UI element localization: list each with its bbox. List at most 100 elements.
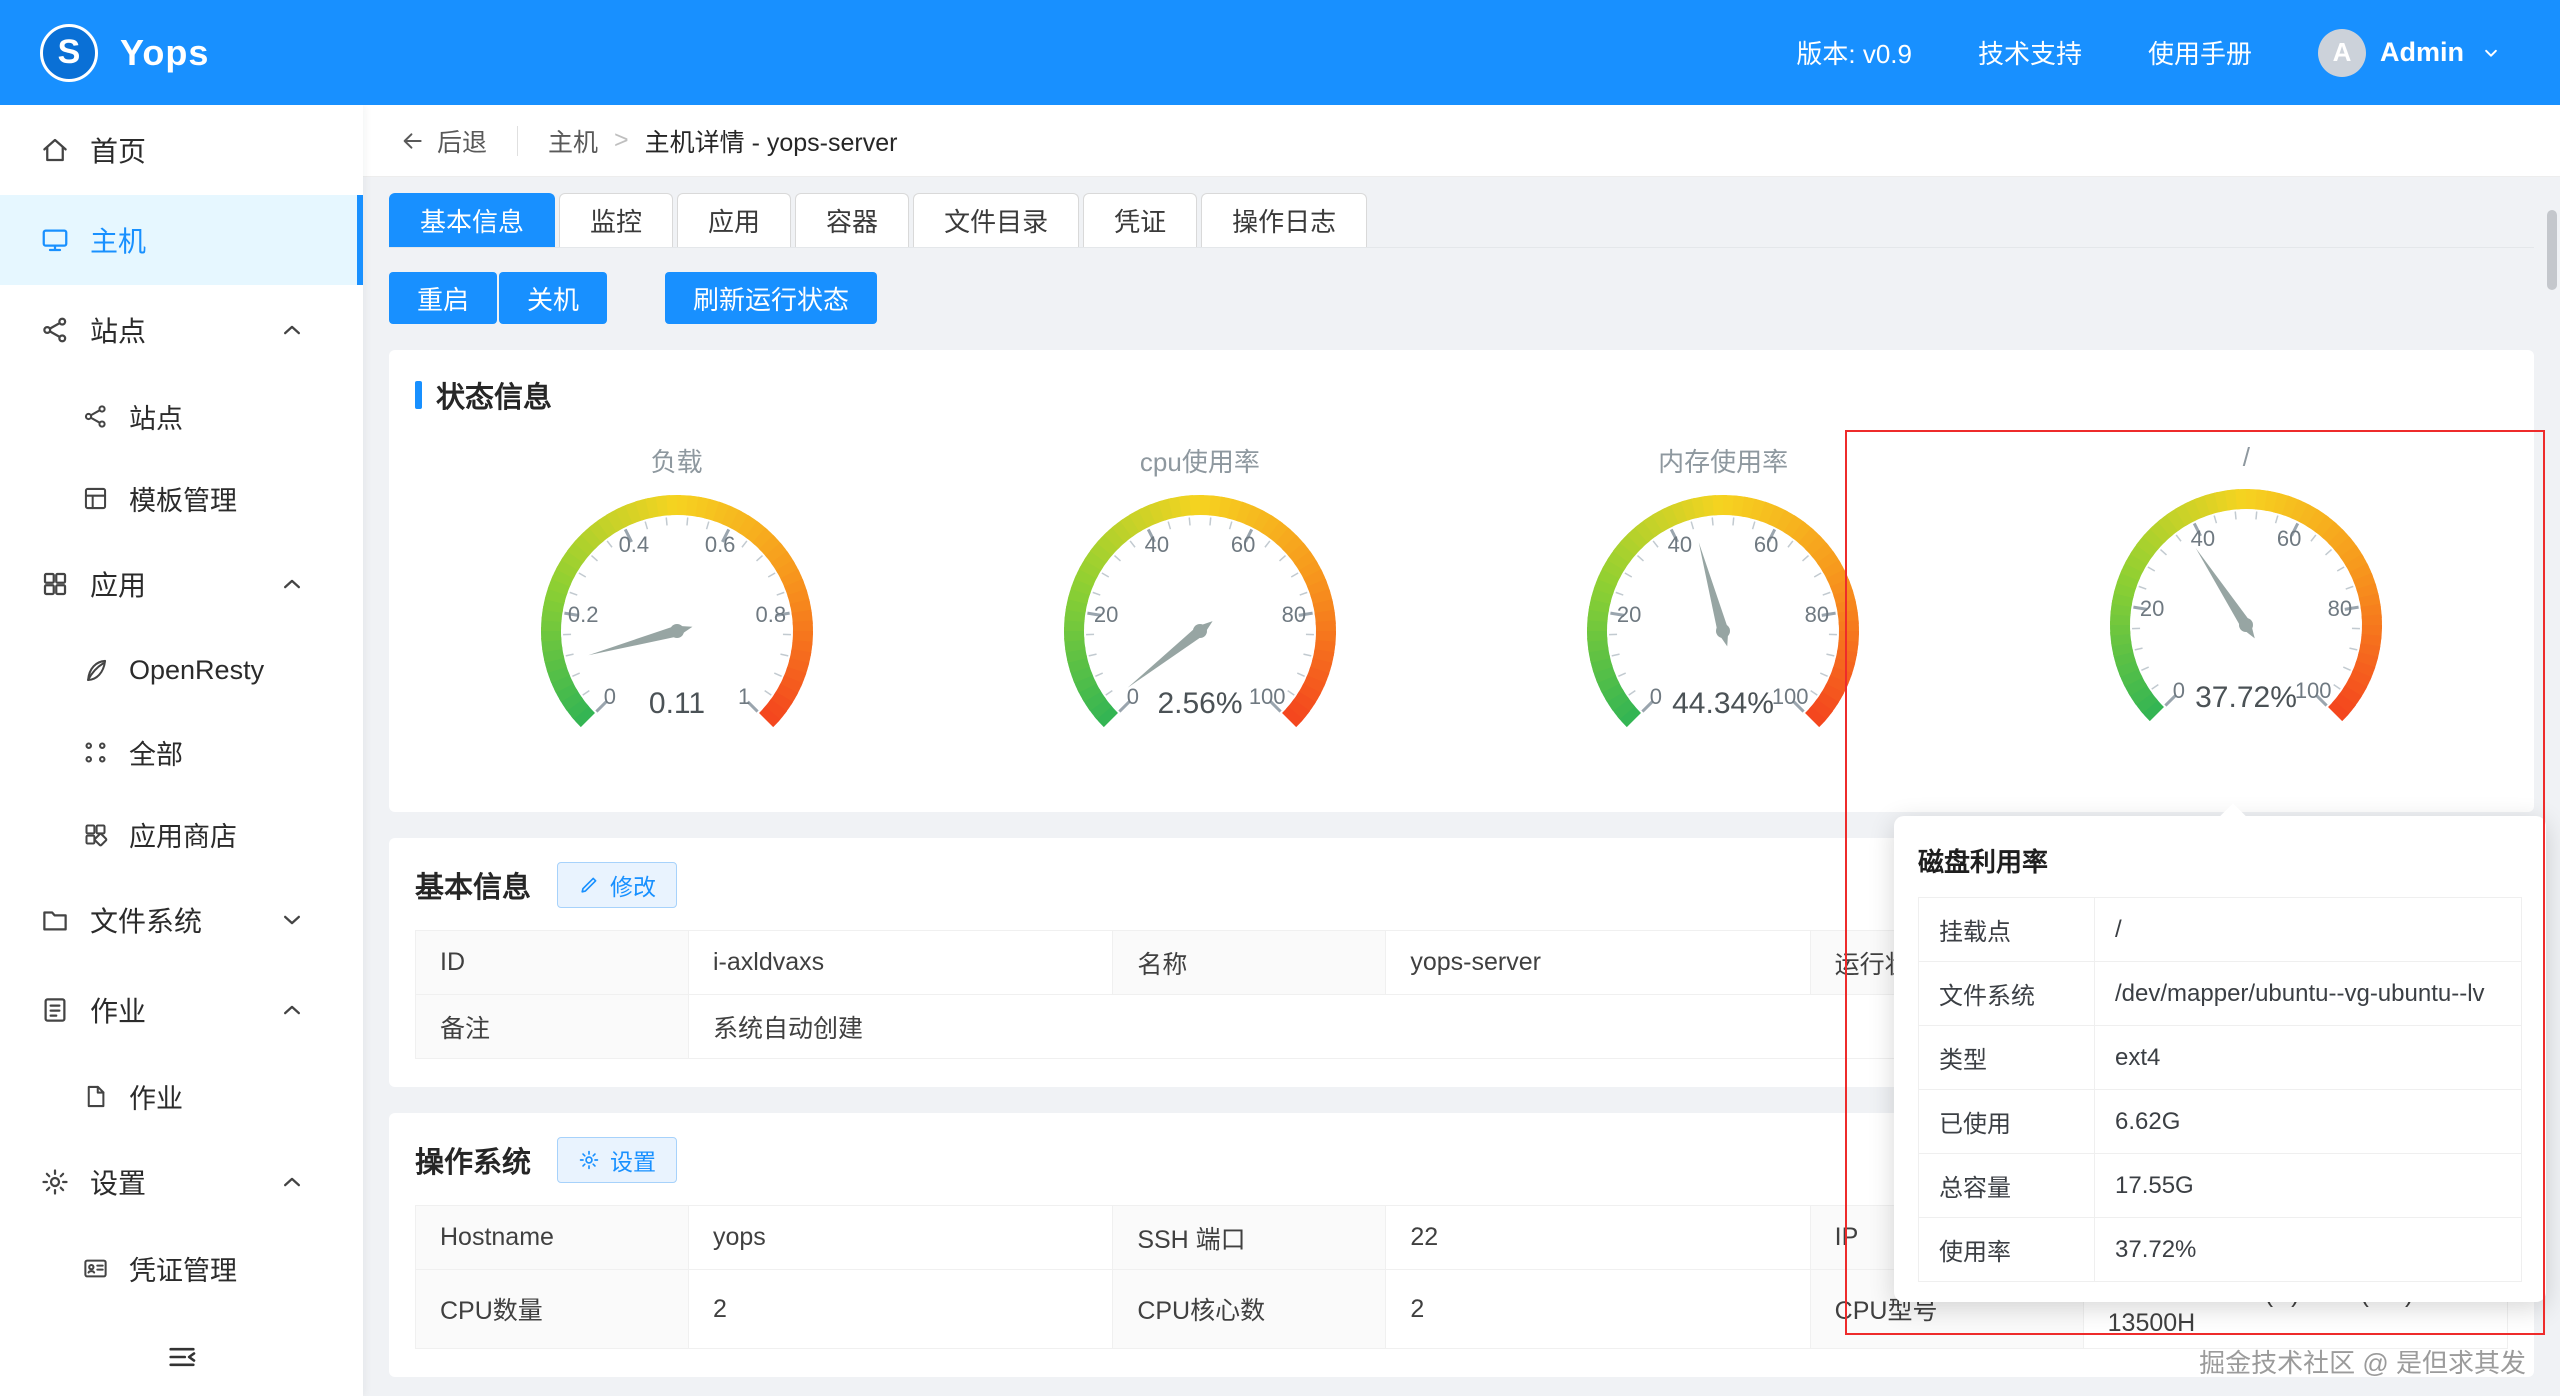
sidebar-item-label: 首页 [90,130,146,170]
folder-icon [40,905,70,935]
cell-value: 37.72% [2095,1218,2522,1282]
cell-value: 6.62G [2095,1090,2522,1154]
gear-icon [578,1149,600,1171]
sidebar-item-label: 设置 [90,1162,146,1202]
sidebar-group-jobs[interactable]: 作业 [0,965,363,1055]
gauge-chart-memory[interactable]: 02040608010044.34% [1533,489,1913,744]
refresh-status-button[interactable]: 刷新运行状态 [665,272,877,324]
tab-monitoring[interactable]: 监控 [559,193,673,247]
breadcrumb-separator: > [614,126,629,155]
tab-applications[interactable]: 应用 [677,193,791,247]
restart-button[interactable]: 重启 [389,272,497,324]
svg-text:60: 60 [1754,532,1778,557]
document-icon [82,1083,109,1110]
sidebar-item-home[interactable]: 首页 [0,105,363,195]
grid-icon [82,739,109,766]
breadcrumb-item-hosts[interactable]: 主机 [548,123,598,159]
gauge-chart-load[interactable]: 00.20.40.60.810.11 [487,489,867,744]
sidebar-collapse-button[interactable] [0,1340,363,1374]
tooltip-table: 挂载点 / 文件系统 /dev/mapper/ubuntu--vg-ubuntu… [1918,897,2522,1282]
svg-text:100: 100 [1249,684,1286,709]
sidebar-item-label: 应用商店 [129,815,237,854]
svg-text:0.6: 0.6 [704,532,735,557]
support-link[interactable]: 技术支持 [1978,34,2082,71]
os-settings-label: 设置 [610,1143,656,1177]
gauge-chart-disk[interactable]: 02040608010037.72% [2056,483,2436,738]
chevron-down-icon [277,905,307,935]
os-settings-button[interactable]: 设置 [557,1137,677,1183]
sidebar-item-openresty[interactable]: OpenResty [0,629,363,711]
brand-title: Yops [120,32,209,74]
disk-tooltip: 磁盘利用率 挂载点 / 文件系统 /dev/mapper/ubuntu--vg-… [1894,816,2546,1302]
sidebar-item-all-apps[interactable]: 全部 [0,711,363,793]
breadcrumb-divider [517,126,518,156]
cell-label: CPU核心数 [1113,1270,1386,1349]
svg-text:100: 100 [2295,678,2332,703]
gauge-title: cpu使用率 [1140,442,1260,479]
cell-value: 2 [1386,1270,1810,1349]
gauge-chart-cpu[interactable]: 0204060801002.56% [1010,489,1390,744]
table-row: 已使用 6.62G [1919,1090,2522,1154]
sitemap-icon [40,315,70,345]
svg-text:0.2: 0.2 [567,602,598,627]
manual-link[interactable]: 使用手册 [2148,34,2252,71]
cell-label: 使用率 [1919,1218,2095,1282]
svg-text:80: 80 [2328,596,2352,621]
sidebar-item-label: 作业 [90,990,146,1030]
sidebar-group-apps[interactable]: 应用 [0,539,363,629]
appstore-icon [82,821,109,848]
sidebar-group-sites[interactable]: 站点 [0,285,363,375]
table-row: 使用率 37.72% [1919,1218,2522,1282]
sidebar-item-label: 主机 [90,220,146,260]
cell-label: SSH 端口 [1113,1206,1386,1270]
svg-text:20: 20 [2140,596,2164,621]
sidebar-item-jobs[interactable]: 作业 [0,1055,363,1137]
breadcrumb-current: 主机详情 - yops-server [645,123,898,159]
svg-text:37.72%: 37.72% [2196,681,2298,714]
sidebar-item-credentials[interactable]: 凭证管理 [0,1227,363,1309]
table-row: 类型 ext4 [1919,1026,2522,1090]
tab-credentials[interactable]: 凭证 [1083,193,1197,247]
sidebar-item-app-store[interactable]: 应用商店 [0,793,363,875]
tab-file-directory[interactable]: 文件目录 [913,193,1079,247]
chevron-up-icon [277,995,307,1025]
home-icon [40,135,70,165]
chevron-up-icon [277,1167,307,1197]
id-card-icon [82,1255,109,1282]
caret-down-icon [2478,40,2504,66]
gauge-memory: 内存使用率 02040608010044.34% [1462,442,1985,744]
svg-text:0: 0 [1127,684,1139,709]
sidebar-item-template-management[interactable]: 模板管理 [0,457,363,539]
app-logo: S [40,24,98,82]
sidebar-item-label: 站点 [129,397,183,436]
breadcrumb: 后退 主机 > 主机详情 - yops-server [363,105,2560,177]
tab-containers[interactable]: 容器 [795,193,909,247]
sidebar-group-settings[interactable]: 设置 [0,1137,363,1227]
scrollbar-thumb[interactable] [2547,210,2557,290]
cell-value: 2 [689,1270,1113,1349]
gauge-title: 内存使用率 [1658,442,1788,479]
shutdown-button[interactable]: 关机 [499,272,607,324]
feather-icon [82,657,109,684]
sidebar-item-label: 站点 [90,310,146,350]
svg-text:100: 100 [1772,684,1809,709]
svg-text:60: 60 [2277,526,2301,551]
chevron-up-icon [277,315,307,345]
sidebar-group-filesystem[interactable]: 文件系统 [0,875,363,965]
user-menu[interactable]: A Admin [2318,29,2504,77]
svg-text:40: 40 [1145,532,1169,557]
sidebar-item-sites[interactable]: 站点 [0,375,363,457]
cell-label: 备注 [416,995,689,1059]
back-button[interactable]: 后退 [399,123,487,159]
watermark-text: 掘金技术社区 @ 是但求其发 [2199,1343,2526,1380]
svg-text:40: 40 [1668,532,1692,557]
sidebar-item-hosts[interactable]: 主机 [0,195,363,285]
cell-label: 已使用 [1919,1090,2095,1154]
tab-operation-log[interactable]: 操作日志 [1201,193,1367,247]
table-row: 挂载点 / [1919,898,2522,962]
tab-basic-info[interactable]: 基本信息 [389,193,555,247]
sidebar-item-label: 模板管理 [129,479,237,518]
gauges-row: 负载 00.20.40.60.810.11 cpu使用率 02040608010… [415,442,2508,744]
edit-button[interactable]: 修改 [557,862,677,908]
sidebar-item-label: 文件系统 [90,900,202,940]
